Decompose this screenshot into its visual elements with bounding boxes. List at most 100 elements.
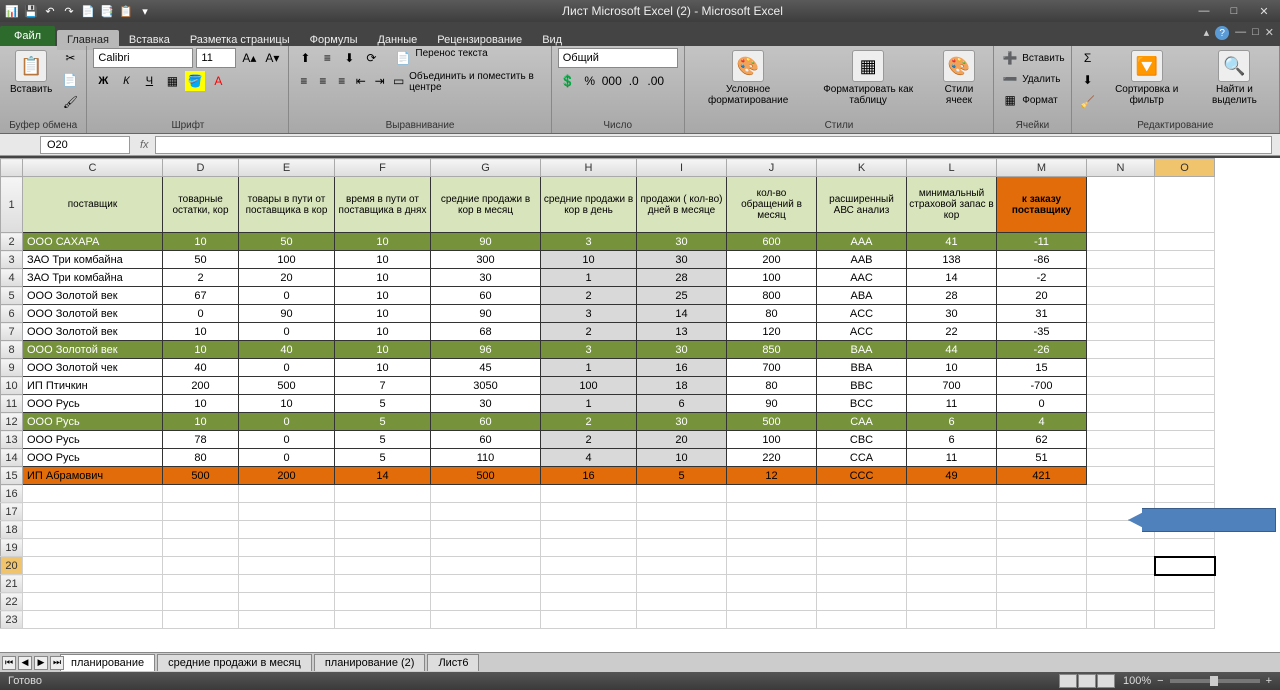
- data-cell[interactable]: 30: [637, 341, 727, 359]
- fx-icon[interactable]: fx: [134, 139, 155, 151]
- delete-cells-icon[interactable]: ➖: [1000, 69, 1020, 89]
- empty-cell[interactable]: [997, 485, 1087, 503]
- empty-cell[interactable]: [637, 557, 727, 575]
- last-sheet-icon[interactable]: ⏭: [50, 656, 64, 670]
- data-cell[interactable]: ABA: [817, 287, 907, 305]
- clear-icon[interactable]: 🧹: [1078, 92, 1098, 112]
- data-cell[interactable]: 500: [727, 413, 817, 431]
- data-cell[interactable]: BAA: [817, 341, 907, 359]
- cut-icon[interactable]: ✂: [60, 48, 80, 68]
- data-cell[interactable]: 2: [541, 431, 637, 449]
- empty-cell[interactable]: [431, 539, 541, 557]
- table-header-cell[interactable]: продажи ( кол-во) дней в месяце: [637, 177, 727, 233]
- data-cell[interactable]: 500: [239, 377, 335, 395]
- percent-icon[interactable]: %: [580, 71, 600, 91]
- data-cell[interactable]: 14: [637, 305, 727, 323]
- empty-cell[interactable]: [637, 539, 727, 557]
- empty-cell[interactable]: [907, 575, 997, 593]
- data-cell[interactable]: 5: [637, 467, 727, 485]
- data-cell[interactable]: 20: [637, 431, 727, 449]
- bold-icon[interactable]: Ж: [93, 71, 113, 91]
- column-header[interactable]: O: [1155, 159, 1215, 177]
- window-restore-icon[interactable]: □: [1252, 26, 1259, 40]
- empty-cell[interactable]: [907, 557, 997, 575]
- column-header[interactable]: [1, 159, 23, 177]
- data-cell[interactable]: 10: [335, 233, 431, 251]
- column-header[interactable]: C: [23, 159, 163, 177]
- data-cell[interactable]: 500: [163, 467, 239, 485]
- close-icon[interactable]: ✕: [1252, 3, 1276, 19]
- empty-cell[interactable]: [239, 557, 335, 575]
- page-break-view-icon[interactable]: [1097, 674, 1115, 688]
- empty-cell[interactable]: [335, 485, 431, 503]
- data-cell[interactable]: 12: [727, 467, 817, 485]
- data-cell[interactable]: 200: [163, 377, 239, 395]
- empty-cell[interactable]: [817, 593, 907, 611]
- data-cell[interactable]: 90: [431, 305, 541, 323]
- data-cell[interactable]: 11: [907, 395, 997, 413]
- data-cell[interactable]: 16: [541, 467, 637, 485]
- table-header-cell[interactable]: товарные остатки, кор: [163, 177, 239, 233]
- empty-cell[interactable]: [907, 611, 997, 629]
- data-cell[interactable]: 80: [727, 305, 817, 323]
- data-cell[interactable]: 0: [239, 287, 335, 305]
- data-cell[interactable]: 51: [997, 449, 1087, 467]
- empty-cell[interactable]: [23, 593, 163, 611]
- zoom-out-icon[interactable]: −: [1157, 675, 1163, 687]
- empty-cell[interactable]: [727, 557, 817, 575]
- qat-icon[interactable]: 📋: [118, 3, 134, 19]
- data-cell[interactable]: 10: [163, 395, 239, 413]
- zoom-in-icon[interactable]: +: [1266, 675, 1272, 687]
- undo-icon[interactable]: ↶: [42, 3, 58, 19]
- empty-cell[interactable]: [23, 539, 163, 557]
- data-cell[interactable]: ЗАО Три комбайна: [23, 269, 163, 287]
- data-cell[interactable]: -2: [997, 269, 1087, 287]
- empty-cell[interactable]: [239, 539, 335, 557]
- empty-cell[interactable]: [727, 539, 817, 557]
- qat-dropdown-icon[interactable]: ▾: [137, 3, 153, 19]
- data-cell[interactable]: ООО Русь: [23, 431, 163, 449]
- data-cell[interactable]: -26: [997, 341, 1087, 359]
- column-header[interactable]: L: [907, 159, 997, 177]
- sheet-tab[interactable]: планирование (2): [314, 654, 426, 671]
- empty-cell[interactable]: [431, 557, 541, 575]
- data-cell[interactable]: 10: [163, 341, 239, 359]
- empty-cell[interactable]: [997, 539, 1087, 557]
- data-cell[interactable]: 40: [239, 341, 335, 359]
- row-header[interactable]: 5: [1, 287, 23, 305]
- data-cell[interactable]: 10: [637, 449, 727, 467]
- empty-cell[interactable]: [727, 611, 817, 629]
- empty-cell[interactable]: [907, 539, 997, 557]
- data-cell[interactable]: 80: [727, 377, 817, 395]
- empty-cell[interactable]: [727, 485, 817, 503]
- autosum-icon[interactable]: Σ: [1078, 48, 1098, 68]
- empty-cell[interactable]: [637, 503, 727, 521]
- data-cell[interactable]: 850: [727, 341, 817, 359]
- column-header[interactable]: E: [239, 159, 335, 177]
- spreadsheet-grid[interactable]: CDEFGHIJKLMNO1поставщиктоварные остатки,…: [0, 158, 1280, 652]
- data-cell[interactable]: 50: [239, 233, 335, 251]
- data-cell[interactable]: 30: [637, 251, 727, 269]
- empty-cell[interactable]: [1087, 539, 1155, 557]
- data-cell[interactable]: 0: [239, 413, 335, 431]
- data-cell[interactable]: 110: [431, 449, 541, 467]
- data-cell[interactable]: 31: [997, 305, 1087, 323]
- empty-cell[interactable]: [1087, 611, 1155, 629]
- empty-cell[interactable]: [817, 557, 907, 575]
- data-cell[interactable]: CBC: [817, 431, 907, 449]
- data-cell[interactable]: 300: [431, 251, 541, 269]
- data-cell[interactable]: 1: [541, 359, 637, 377]
- normal-view-icon[interactable]: [1059, 674, 1077, 688]
- empty-cell[interactable]: [23, 557, 163, 575]
- data-cell[interactable]: ИП Птичкин: [23, 377, 163, 395]
- column-header[interactable]: N: [1087, 159, 1155, 177]
- empty-cell[interactable]: [907, 503, 997, 521]
- empty-cell[interactable]: [997, 575, 1087, 593]
- data-cell[interactable]: 0: [239, 359, 335, 377]
- name-box[interactable]: O20: [40, 136, 130, 154]
- minimize-ribbon-icon[interactable]: ▴: [1204, 26, 1210, 40]
- data-cell[interactable]: CCC: [817, 467, 907, 485]
- empty-cell[interactable]: [163, 521, 239, 539]
- data-cell[interactable]: 2: [541, 323, 637, 341]
- empty-cell[interactable]: [817, 539, 907, 557]
